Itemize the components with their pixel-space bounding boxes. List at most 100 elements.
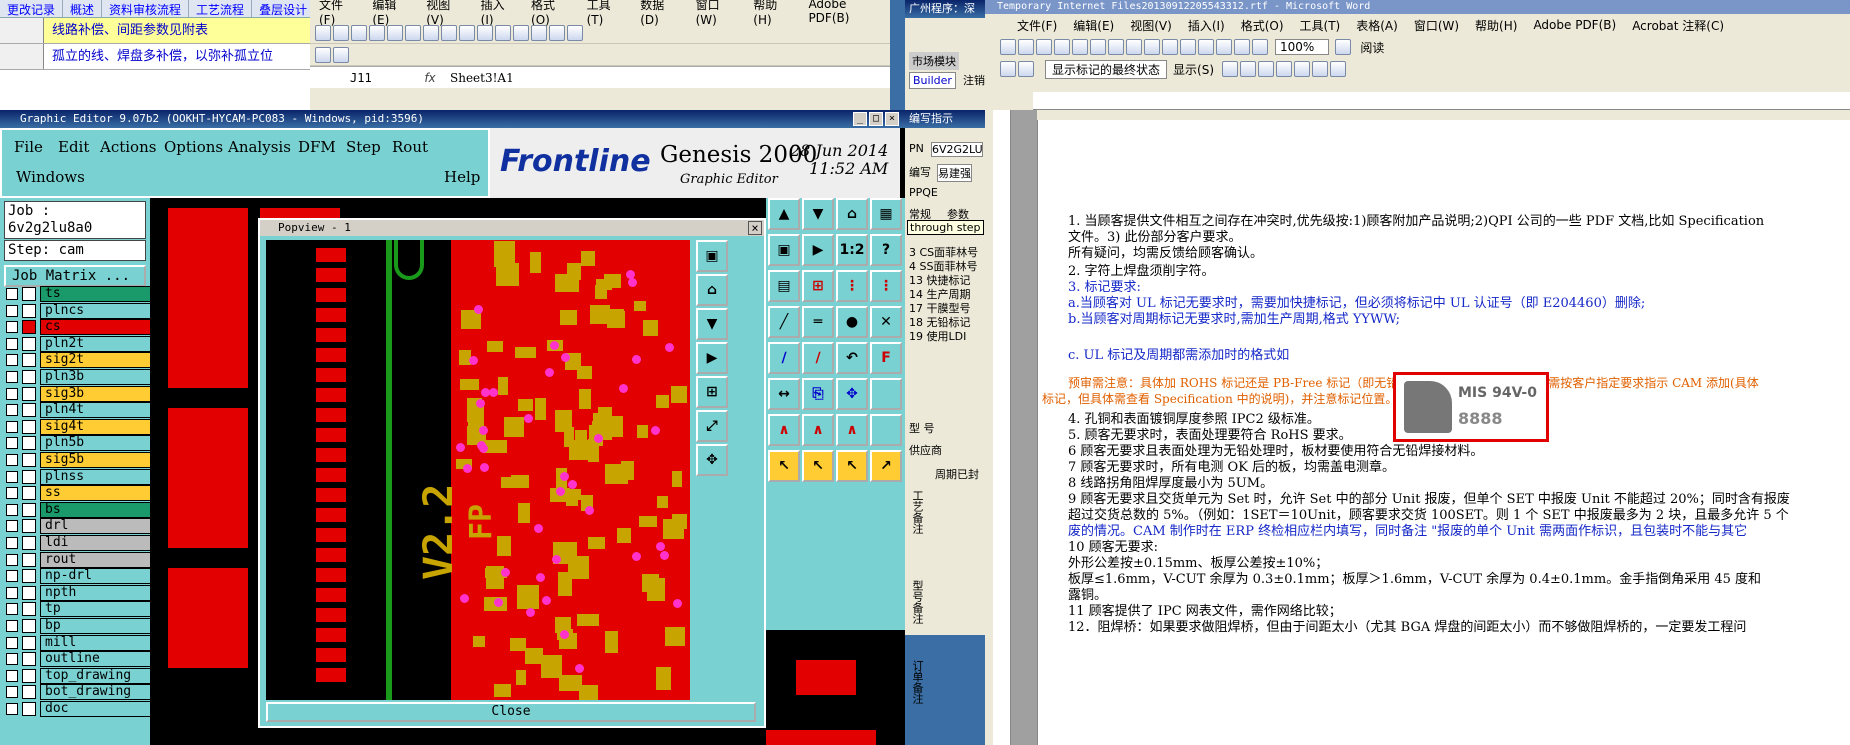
layer-label[interactable]: bot_drawing: [40, 684, 156, 701]
layer-color-swatch[interactable]: [22, 685, 36, 700]
layer-checkbox[interactable]: [6, 686, 18, 699]
layer-color-swatch[interactable]: [22, 519, 36, 534]
layer-checkbox[interactable]: [6, 454, 18, 466]
layer-checkbox[interactable]: [6, 354, 18, 367]
layer-label[interactable]: sig5b: [40, 452, 156, 468]
menu-analysis[interactable]: Analysis: [228, 138, 291, 156]
pcb-canvas-left[interactable]: [150, 198, 260, 745]
menu-insert[interactable]: 插入(I): [481, 0, 513, 27]
menu-help[interactable]: 帮助(H): [753, 0, 790, 27]
layer-row-tp[interactable]: tp: [6, 601, 156, 618]
save-icon[interactable]: [1036, 39, 1052, 55]
layer-label[interactable]: plnss: [40, 468, 156, 485]
permission-icon[interactable]: [1054, 39, 1070, 55]
copy-icon[interactable]: [441, 24, 457, 41]
layer-checkbox[interactable]: [6, 703, 18, 715]
menu-step[interactable]: Step: [346, 138, 381, 156]
layer-color-swatch[interactable]: [22, 619, 36, 633]
menu-windows[interactable]: Windows: [16, 168, 85, 186]
tab-process-flow[interactable]: 工艺流程: [189, 0, 253, 17]
vertical-ruler[interactable]: [993, 110, 1011, 745]
pv-expand-icon[interactable]: ⤢: [696, 410, 728, 442]
layer-color-swatch[interactable]: [22, 552, 36, 567]
layer-checkbox[interactable]: [6, 404, 18, 417]
undo-icon[interactable]: ↶: [836, 342, 868, 374]
menu-view[interactable]: 视图(V): [426, 0, 462, 27]
arc2-icon[interactable]: ∧: [802, 414, 834, 446]
layer-checkbox[interactable]: [6, 669, 18, 682]
layer-color-swatch[interactable]: [22, 502, 36, 517]
route-icon[interactable]: ∕: [802, 342, 834, 374]
undo-icon[interactable]: [1180, 39, 1196, 55]
layer-label[interactable]: npth: [40, 584, 156, 601]
layer-color-swatch[interactable]: [22, 353, 36, 368]
next-change-icon[interactable]: [1240, 61, 1256, 77]
layer-color-swatch[interactable]: [22, 303, 36, 318]
layer-down-icon[interactable]: ▼: [802, 198, 834, 230]
layer-checkbox[interactable]: [6, 653, 18, 666]
blank-tool[interactable]: [870, 378, 902, 410]
move-icon[interactable]: ✥: [836, 378, 868, 410]
layer-checkbox[interactable]: [6, 636, 18, 649]
layer-color-icon[interactable]: ⋮: [836, 270, 868, 302]
menu-help[interactable]: 帮助(H): [1475, 17, 1517, 34]
layer-label[interactable]: pln4t: [40, 402, 156, 419]
layer-label[interactable]: ss: [40, 485, 156, 502]
layer-row-np-drl[interactable]: np-drl: [6, 568, 156, 585]
menu-window[interactable]: 窗口(W): [1414, 17, 1459, 34]
layer-label[interactable]: ldi: [40, 535, 156, 551]
layer-color-swatch[interactable]: [22, 536, 36, 550]
layer-checkbox[interactable]: [6, 586, 18, 599]
home-icon[interactable]: ⌂: [836, 198, 868, 230]
layer-color-swatch[interactable]: [22, 386, 36, 401]
layer-color-swatch[interactable]: [22, 569, 36, 584]
menu-help[interactable]: Help: [444, 168, 480, 186]
layer-checkbox[interactable]: [6, 537, 18, 549]
menu-window[interactable]: 窗口(W): [696, 0, 736, 27]
layer-row-sig2t[interactable]: sig2t: [6, 352, 156, 369]
layer-checkbox[interactable]: [6, 337, 18, 350]
layer-color-swatch[interactable]: [22, 419, 36, 434]
zoom-in-icon[interactable]: ▶: [802, 234, 834, 266]
arc3-icon[interactable]: ∧: [836, 414, 868, 446]
markup-select[interactable]: 显示标记的最终状态: [1045, 59, 1168, 79]
menu-format[interactable]: 格式(O): [531, 0, 569, 27]
display-icon[interactable]: ⋮: [870, 270, 902, 302]
reading-button[interactable]: 阅读: [1360, 39, 1384, 56]
pv-home-icon[interactable]: ⌂: [696, 274, 728, 306]
market-tab[interactable]: 市场模块: [909, 52, 959, 70]
layer-label[interactable]: pln5b: [40, 435, 156, 452]
window-icon[interactable]: ▦: [870, 198, 902, 230]
snap-icon[interactable]: ⊞: [802, 270, 834, 302]
layer-label[interactable]: plncs: [40, 302, 156, 319]
pdf-icon[interactable]: [1000, 61, 1016, 77]
copy-icon[interactable]: [1144, 39, 1160, 55]
layer-row-top_drawing[interactable]: top_drawing: [6, 667, 156, 684]
menu-adobe[interactable]: Adobe PDF(B): [1533, 18, 1616, 32]
builder-tab[interactable]: Builder: [909, 72, 956, 89]
paste-icon[interactable]: [1162, 39, 1178, 55]
select4-icon[interactable]: ↗: [870, 450, 902, 482]
layer-row-doc[interactable]: doc: [6, 701, 156, 717]
menu-file[interactable]: 文件(F): [1017, 17, 1057, 34]
pcb-canvas-right[interactable]: [766, 630, 876, 745]
layer-checkbox[interactable]: [6, 520, 18, 533]
layer-label[interactable]: top_drawing: [40, 667, 156, 684]
select2-icon[interactable]: ↖: [802, 450, 834, 482]
tab-change-log[interactable]: 更改记录: [0, 0, 64, 17]
print-icon[interactable]: [369, 24, 385, 41]
copy-icon[interactable]: ⎘: [802, 378, 834, 410]
layer-label[interactable]: bp: [40, 618, 156, 634]
connect-icon[interactable]: ∕: [768, 342, 800, 374]
layer-color-swatch[interactable]: [22, 585, 36, 600]
tab-stackup[interactable]: 叠层设计: [252, 0, 316, 17]
measure-icon[interactable]: ═: [802, 306, 834, 338]
preview-icon[interactable]: [1090, 39, 1106, 55]
writer-field[interactable]: 易建强: [937, 164, 972, 182]
select3-icon[interactable]: ↖: [836, 450, 868, 482]
layer-color-swatch[interactable]: [22, 469, 36, 484]
layer-label[interactable]: mill: [40, 634, 156, 651]
sizer-icon[interactable]: ↔: [768, 378, 800, 410]
layer-row-mill[interactable]: mill: [6, 634, 156, 651]
layer-row-plncs[interactable]: plncs: [6, 302, 156, 319]
